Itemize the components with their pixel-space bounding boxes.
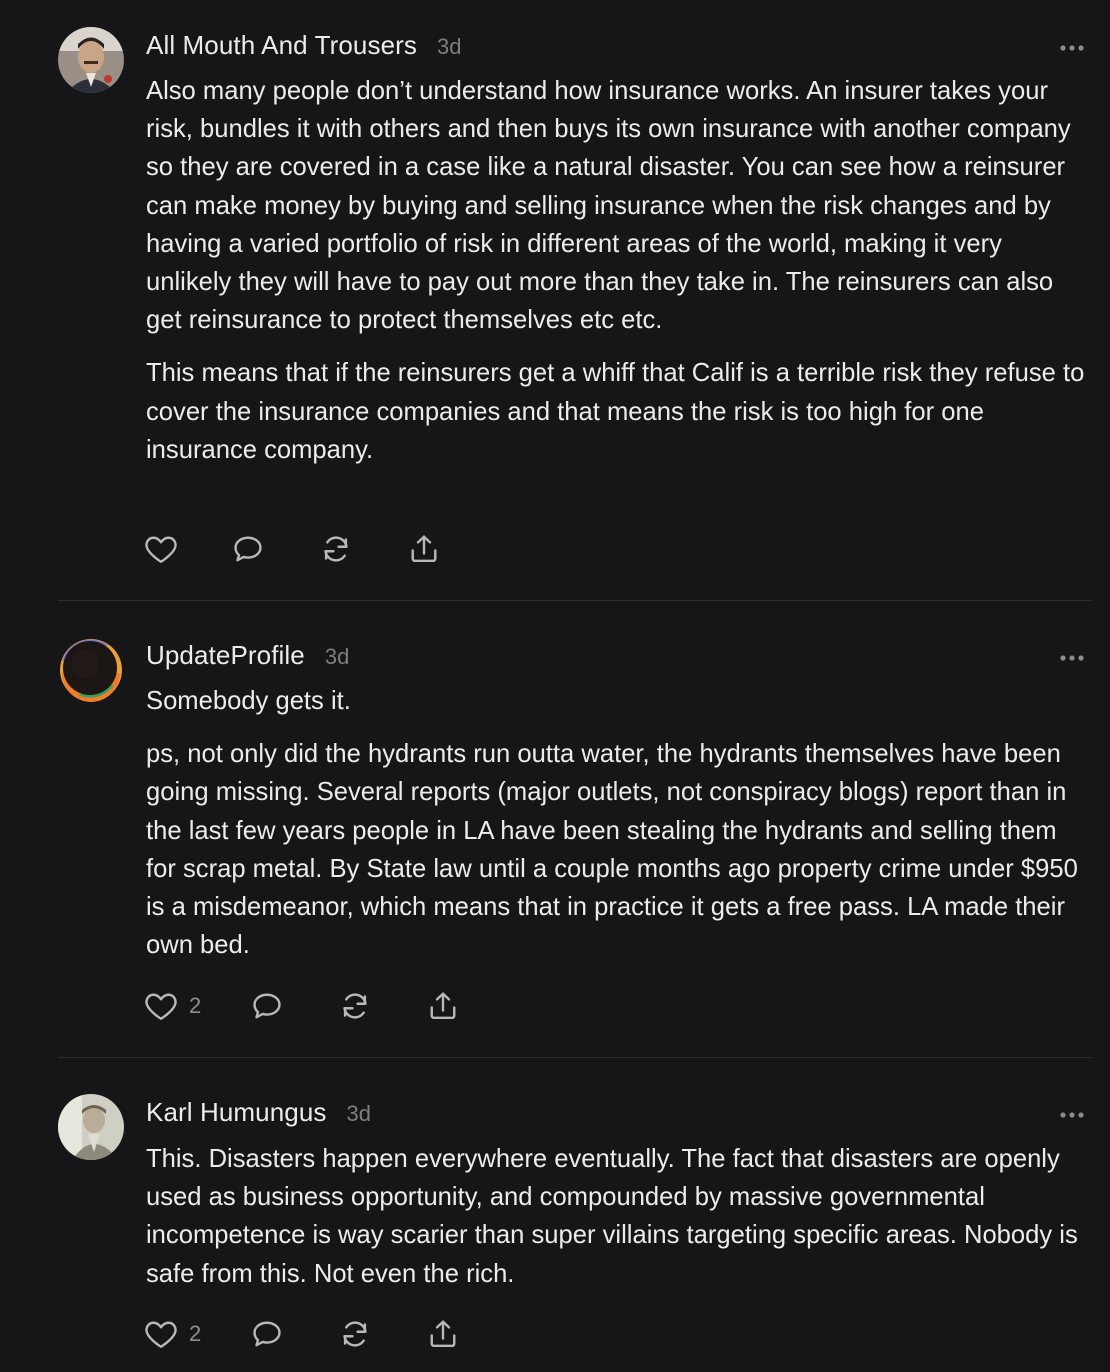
restack-button[interactable] (337, 986, 425, 1026)
ellipsis-icon (1060, 1112, 1084, 1118)
share-icon (430, 992, 456, 1020)
reply-button[interactable] (230, 529, 318, 569)
comment-icon (253, 1321, 281, 1347)
share-icon (430, 1320, 456, 1348)
share-button[interactable] (425, 1314, 485, 1354)
heart-icon (145, 1321, 177, 1348)
avatar-photo-man-mustache (58, 27, 124, 93)
author-name[interactable]: All Mouth And Trousers (146, 30, 417, 61)
share-button[interactable] (425, 986, 485, 1026)
comment-paragraph: This. Disasters happen everywhere eventu… (146, 1145, 1078, 1288)
comment-header: UpdateProfile 3d (146, 640, 349, 674)
restack-button[interactable] (318, 529, 406, 569)
like-count: 2 (189, 1321, 202, 1346)
comment-paragraph: ps, not only did the hydrants run outta … (146, 740, 1078, 960)
more-options-button[interactable] (1058, 40, 1086, 51)
more-options-button[interactable] (1058, 1107, 1086, 1118)
comment-header: All Mouth And Trousers 3d (146, 30, 461, 64)
comment-icon (234, 536, 262, 562)
comment-body: Somebody gets it. ps, not only did the h… (146, 682, 1091, 979)
comment-body: Also many people don’t understand how in… (146, 72, 1091, 484)
comment-body: This. Disasters happen everywhere eventu… (146, 1140, 1091, 1308)
restack-icon (324, 536, 348, 562)
avatar[interactable] (58, 637, 124, 703)
avatar[interactable] (58, 27, 124, 93)
ellipsis-icon (1060, 655, 1084, 661)
timestamp[interactable]: 3d (325, 644, 349, 670)
reply-button[interactable] (249, 986, 337, 1026)
heart-icon (145, 536, 177, 563)
like-count: 2 (189, 993, 202, 1018)
comment-paragraph: Somebody gets it. (146, 687, 351, 715)
avatar[interactable] (58, 1094, 124, 1160)
author-name[interactable]: UpdateProfile (146, 640, 305, 671)
avatar-photo-sepia-man (58, 1094, 124, 1160)
avatar-eclipse-ring (58, 637, 124, 703)
restack-icon (343, 1321, 367, 1347)
share-icon (411, 535, 437, 563)
comment-actions: 2 (143, 1314, 485, 1354)
reply-button[interactable] (249, 1314, 337, 1354)
like-button[interactable] (143, 529, 230, 569)
ellipsis-icon (1060, 45, 1084, 51)
comment-paragraph: This means that if the reinsurers get a … (146, 359, 1085, 464)
comment-paragraph: Also many people don’t understand how in… (146, 77, 1071, 335)
comment-actions: 2 (143, 986, 485, 1026)
share-button[interactable] (406, 529, 466, 569)
heart-icon (145, 993, 177, 1020)
comment-divider (58, 600, 1091, 601)
timestamp[interactable]: 3d (347, 1101, 371, 1127)
more-options-button[interactable] (1058, 650, 1086, 661)
restack-icon (343, 993, 367, 1019)
restack-button[interactable] (337, 1314, 425, 1354)
comment-actions (143, 529, 466, 569)
comment-divider (58, 1057, 1091, 1058)
like-button[interactable]: 2 (143, 1314, 249, 1354)
timestamp[interactable]: 3d (437, 34, 461, 60)
comment-header: Karl Humungus 3d (146, 1097, 371, 1131)
author-name[interactable]: Karl Humungus (146, 1097, 327, 1128)
like-button[interactable]: 2 (143, 986, 249, 1026)
comment-icon (253, 993, 281, 1019)
